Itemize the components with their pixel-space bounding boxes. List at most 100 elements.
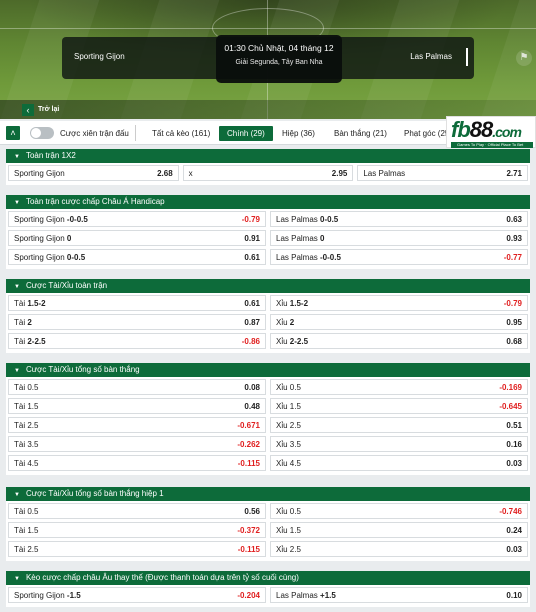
chevron-left-icon[interactable]: ‹ (22, 104, 34, 116)
selection-label: Xỉu 2.5 (276, 421, 301, 430)
odds-row: Tài 2-2.5 -0.86 Xỉu 2-2.5 0.68 (8, 333, 528, 349)
market-section-header[interactable]: ▼ Kèo cược chấp châu Âu thay thế (Được th… (6, 571, 530, 585)
selection-name: Xỉu 2.5 (276, 420, 301, 430)
match-info-bar: Sporting Gijon 01:30 Chủ Nhật, 04 tháng … (62, 35, 474, 83)
odds-value: 0.87 (244, 317, 260, 327)
divider (135, 125, 136, 141)
selection-name: Sporting Gijon (14, 233, 65, 243)
market-section: ▼ Cược Tài/Xỉu tổng số bàn thắng hiệp 1 Tà… (6, 487, 530, 561)
tab-all-markets[interactable]: Tất cả kèo (161) (144, 126, 218, 141)
odds-cell[interactable]: Tài 3.5 -0.262 (8, 436, 266, 452)
odds-cell[interactable]: Las Palmas +1.5 0.10 (270, 587, 528, 603)
odds-value: 2.71 (506, 168, 523, 178)
selection-label: Sporting Gijon -1.5 (14, 591, 81, 600)
selection-label: Tài 1.5 (14, 402, 38, 411)
logo-text-88: 88 (469, 117, 494, 142)
market-section-header[interactable]: ▼ Toàn trận 1X2 (6, 149, 530, 163)
collapse-triangle-icon[interactable]: ▼ (14, 284, 20, 290)
selection-label: Tài 2.5 (14, 545, 38, 554)
selection-name: Tài 4.5 (14, 458, 39, 468)
match-header-banner: Sporting Gijon 01:30 Chủ Nhật, 04 tháng … (0, 0, 536, 119)
odds-cell[interactable]: Sporting Gijon 2.68 (8, 165, 179, 181)
market-section-header[interactable]: ▼ Cược Tài/Xỉu toàn trận (6, 279, 530, 293)
selection-label: Tài 2 (14, 318, 32, 327)
collapse-triangle-icon[interactable]: ▼ (14, 200, 20, 206)
odds-cell[interactable]: Xỉu 0.5 -0.746 (270, 503, 528, 519)
odds-cell[interactable]: Xỉu 4.5 0.03 (270, 455, 528, 471)
odds-cell[interactable]: Tài 2.5 -0.671 (8, 417, 266, 433)
odds-row: Sporting Gijon 0-0.5 0.61 Las Palmas -0-0.… (8, 249, 528, 265)
collapse-triangle-icon[interactable]: ▼ (14, 576, 20, 582)
odds-cell[interactable]: Xỉu 2-2.5 0.68 (270, 333, 528, 349)
selection-name: Tài 2.5 (14, 544, 39, 554)
odds-cell[interactable]: Sporting Gijon 0 0.91 (8, 230, 266, 246)
odds-cell[interactable]: Tài 2.5 -0.115 (8, 541, 266, 557)
collapse-triangle-icon[interactable]: ▼ (14, 154, 20, 160)
tab-half[interactable]: Hiệp (36) (274, 126, 323, 141)
odds-value: 0.10 (506, 590, 522, 600)
selection-name: Xỉu (276, 336, 288, 346)
market-section-header[interactable]: ▼ Toàn trận cược chấp Châu Á Handicap (6, 195, 530, 209)
odds-cell[interactable]: Las Palmas -0-0.5 -0.77 (270, 249, 528, 265)
selection-label: Tài 1.5 (14, 526, 38, 535)
market-section: ▼ Cược Tài/Xỉu tổng số bàn thắng Tài 0.5 0.… (6, 363, 530, 475)
selection-name: Xỉu 4.5 (276, 458, 301, 468)
odds-cell[interactable]: Las Palmas 0-0.5 0.63 (270, 211, 528, 227)
odds-value: -0.86 (241, 336, 260, 346)
odds-value: -0.79 (241, 214, 260, 224)
odds-row: Tài 2 0.87 Xỉu 2 0.95 (8, 314, 528, 330)
handicap-line: 2 (25, 317, 32, 327)
odds-cell[interactable]: Xỉu 2.5 0.51 (270, 417, 528, 433)
selection-label: Las Palmas 0-0.5 (276, 215, 338, 224)
odds-cell[interactable]: Xỉu 2 0.95 (270, 314, 528, 330)
selection-label: Las Palmas +1.5 (276, 591, 336, 600)
parlay-toggle-label: Cược xiên trận đấu (60, 129, 129, 138)
collapse-triangle-icon[interactable]: ▼ (14, 492, 20, 498)
selection-name: Sporting Gijon (14, 214, 65, 224)
odds-cell[interactable]: x 2.95 (182, 165, 354, 181)
selection-name: Tài 2.5 (14, 420, 39, 430)
pin-icon[interactable]: ⚑ (516, 50, 532, 66)
odds-value: 0.93 (506, 233, 522, 243)
selection-name: Tài 0.5 (14, 506, 39, 516)
match-time: 01:30 Chủ Nhật, 04 tháng 12 (224, 43, 334, 53)
odds-row: Tài 0.5 0.56 Xỉu 0.5 -0.746 (8, 503, 528, 519)
tab-main[interactable]: Chính (29) (219, 126, 273, 141)
odds-cell[interactable]: Tài 2-2.5 -0.86 (8, 333, 266, 349)
odds-value: 2.95 (331, 168, 348, 178)
tab-goals[interactable]: Bàn thắng (21) (326, 126, 395, 141)
odds-cell[interactable]: Las Palmas 2.71 (357, 165, 529, 181)
odds-cell[interactable]: Sporting Gijon -0-0.5 -0.79 (8, 211, 266, 227)
odds-row: Tài 0.5 0.08 Xỉu 0.5 -0.169 (8, 379, 528, 395)
odds-value: 0.61 (244, 252, 260, 262)
odds-cell[interactable]: Tài 4.5 -0.115 (8, 455, 266, 471)
odds-cell[interactable]: Tài 1.5 -0.372 (8, 522, 266, 538)
odds-cell[interactable]: Tài 2 0.87 (8, 314, 266, 330)
odds-cell[interactable]: Xỉu 1.5 -0.645 (270, 398, 528, 414)
match-league: Giải Segunda, Tây Ban Nha (235, 59, 323, 66)
double-chevron-up-icon[interactable]: ˄ (6, 126, 20, 140)
selection-label: Sporting Gijon (14, 169, 65, 178)
market-section-title: Toàn trận 1X2 (25, 151, 76, 160)
back-link[interactable]: Trở lại (38, 106, 59, 113)
odds-row: Tài 1.5-2 0.61 Xỉu 1.5-2 -0.79 (8, 295, 528, 311)
parlay-toggle[interactable] (30, 127, 54, 139)
odds-cell[interactable]: Xỉu 1.5 0.24 (270, 522, 528, 538)
odds-row: Tài 1.5 -0.372 Xỉu 1.5 0.24 (8, 522, 528, 538)
selection-label: Xỉu 1.5-2 (276, 299, 308, 308)
odds-cell[interactable]: Tài 1.5-2 0.61 (8, 295, 266, 311)
odds-cell[interactable]: Tài 1.5 0.48 (8, 398, 266, 414)
odds-cell[interactable]: Sporting Gijon 0-0.5 0.61 (8, 249, 266, 265)
odds-cell[interactable]: Xỉu 1.5-2 -0.79 (270, 295, 528, 311)
selection-label: Xỉu 1.5 (276, 402, 301, 411)
market-section-header[interactable]: ▼ Cược Tài/Xỉu tổng số bàn thắng hiệp 1 (6, 487, 530, 501)
odds-cell[interactable]: Xỉu 0.5 -0.169 (270, 379, 528, 395)
odds-cell[interactable]: Tài 0.5 0.56 (8, 503, 266, 519)
collapse-triangle-icon[interactable]: ▼ (14, 368, 20, 374)
odds-cell[interactable]: Las Palmas 0 0.93 (270, 230, 528, 246)
market-section-header[interactable]: ▼ Cược Tài/Xỉu tổng số bàn thắng (6, 363, 530, 377)
odds-cell[interactable]: Tài 0.5 0.08 (8, 379, 266, 395)
odds-cell[interactable]: Sporting Gijon -1.5 -0.204 (8, 587, 266, 603)
odds-cell[interactable]: Xỉu 2.5 0.03 (270, 541, 528, 557)
odds-cell[interactable]: Xỉu 3.5 0.16 (270, 436, 528, 452)
